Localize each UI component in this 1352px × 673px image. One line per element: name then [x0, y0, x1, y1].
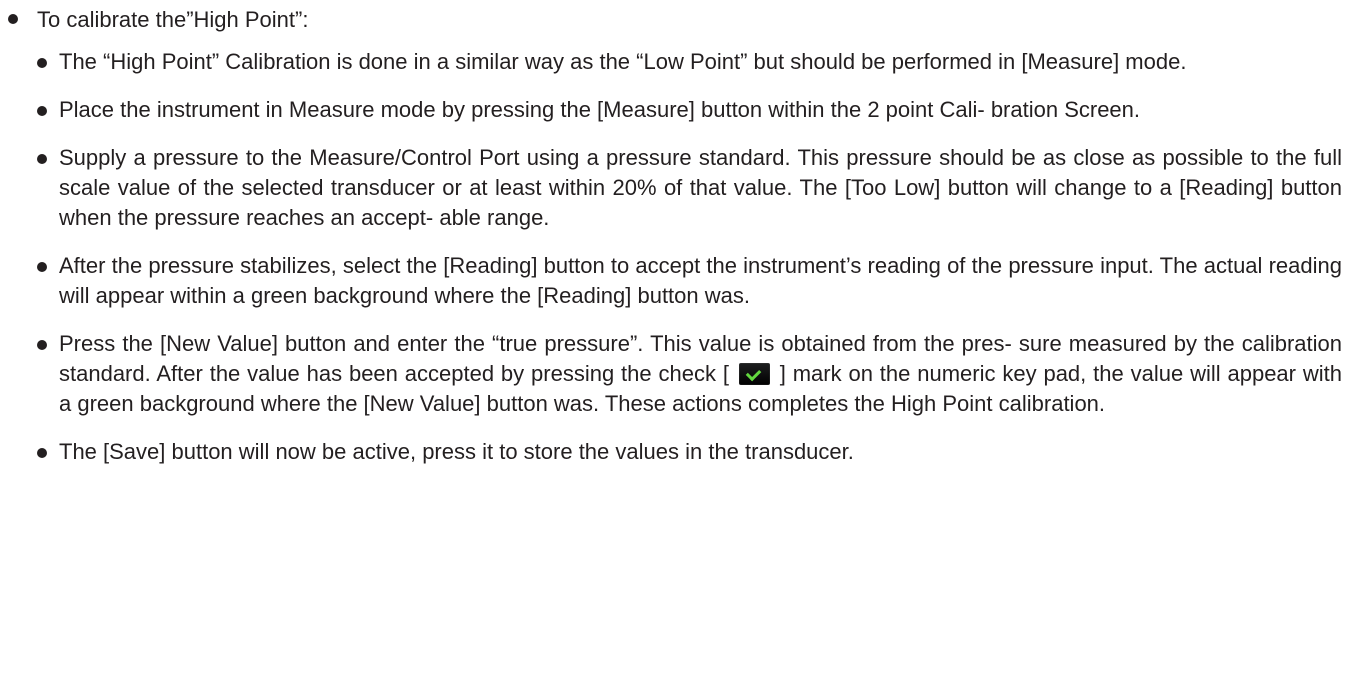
check-icon [738, 363, 770, 385]
sub-bullet-text-1: The “High Point” Calibration is done in … [59, 49, 1187, 74]
sub-bullet-item-3: Supply a pressure to the Measure/Control… [0, 143, 1352, 233]
main-bullet-item: To calibrate the”High Point”: [8, 5, 1338, 35]
bullet-icon [37, 340, 47, 350]
bullet-icon [37, 58, 47, 68]
sub-bullet-item-4: After the pressure stabilizes, select th… [0, 251, 1352, 311]
sub-bullet-item-1: The “High Point” Calibration is done in … [0, 47, 1352, 77]
sub-bullet-item-5: Press the [New Value] button and enter t… [0, 329, 1352, 419]
bullet-icon [37, 262, 47, 272]
main-bullet-text: To calibrate the”High Point”: [37, 7, 309, 32]
sub-bullet-text-3: Supply a pressure to the Measure/Control… [59, 145, 1342, 230]
document-page: To calibrate the”High Point”: The “High … [0, 0, 1352, 673]
sub-bullet-text-2: Place the instrument in Measure mode by … [59, 97, 1141, 122]
sub-bullet-list: The “High Point” Calibration is done in … [0, 47, 1352, 485]
sub-bullet-text-4: After the pressure stabilizes, select th… [59, 253, 1342, 308]
sub-bullet-text-5: Press the [New Value] button and enter t… [47, 329, 1342, 419]
bullet-icon [37, 106, 47, 116]
sub-bullet-item-2: Place the instrument in Measure mode by … [0, 95, 1352, 125]
sub-bullet-text-6: The [Save] button will now be active, pr… [59, 439, 854, 464]
sub-bullet-item-6: The [Save] button will now be active, pr… [0, 437, 1352, 467]
bullet-icon [8, 14, 18, 25]
bullet-icon [37, 154, 47, 164]
bullet-icon [37, 448, 47, 458]
